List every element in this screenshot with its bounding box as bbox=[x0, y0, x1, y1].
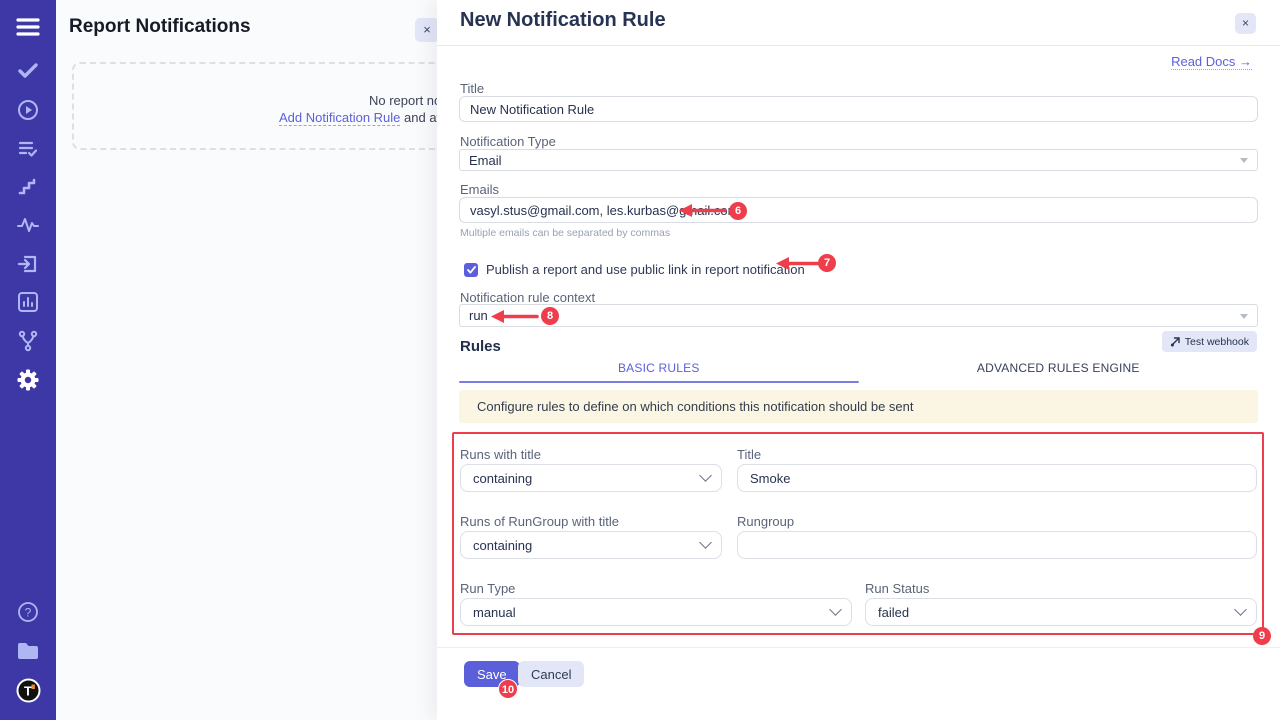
rule-title-label: Title bbox=[737, 447, 761, 462]
notification-type-label: Notification Type bbox=[460, 134, 556, 149]
new-notification-rule-panel: New Notification Rule × Read Docs → Titl… bbox=[437, 0, 1280, 720]
emails-input[interactable] bbox=[459, 197, 1258, 223]
context-field-label: Notification rule context bbox=[460, 290, 595, 305]
empty-state-text-line1: No report not bbox=[369, 93, 445, 108]
notification-type-select[interactable]: Email bbox=[459, 149, 1258, 171]
emails-field-label: Emails bbox=[460, 182, 499, 197]
rungroup-title-rule-select[interactable]: containing bbox=[460, 531, 722, 559]
rungroup-title-rule-value: containing bbox=[473, 538, 532, 553]
runs-with-title-select[interactable]: containing bbox=[460, 464, 722, 492]
run-type-select[interactable]: manual bbox=[460, 598, 852, 626]
select-caret-icon bbox=[1240, 158, 1248, 163]
test-webhook-button[interactable]: Test webhook bbox=[1162, 331, 1257, 352]
notification-type-value: Email bbox=[469, 153, 502, 168]
rungroup-title-rule-label: Runs of RunGroup with title bbox=[460, 514, 619, 529]
title-field-label: Title bbox=[460, 81, 484, 96]
panel-close-button[interactable]: × bbox=[1235, 13, 1256, 34]
select-caret-icon bbox=[1240, 314, 1248, 319]
rules-tabs: BASIC RULES ADVANCED RULES ENGINE bbox=[459, 358, 1258, 383]
annotation-arrow-6 bbox=[678, 203, 728, 223]
folder-icon[interactable] bbox=[0, 639, 56, 663]
app-logo[interactable]: T bbox=[0, 677, 56, 703]
add-notification-rule-link[interactable]: Add Notification Rule bbox=[279, 110, 400, 126]
empty-state-text-line2: Add Notification Rule and attac bbox=[279, 110, 458, 125]
runs-with-title-value: containing bbox=[473, 471, 532, 486]
chevron-down-icon bbox=[829, 603, 842, 616]
rungroup-label: Rungroup bbox=[737, 514, 794, 529]
chevron-down-icon bbox=[1234, 603, 1247, 616]
panel-title: New Notification Rule bbox=[460, 9, 666, 32]
annotation-badge-7: 7 bbox=[818, 254, 836, 272]
left-panel-title: Report Notifications bbox=[69, 16, 251, 38]
import-icon[interactable] bbox=[0, 252, 56, 276]
svg-text:?: ? bbox=[25, 606, 32, 620]
annotation-badge-9: 9 bbox=[1253, 627, 1271, 645]
tab-basic-rules[interactable]: BASIC RULES bbox=[459, 358, 859, 383]
publish-report-checkbox-label: Publish a report and use public link in … bbox=[486, 262, 805, 277]
read-docs-link[interactable]: Read Docs → bbox=[1171, 54, 1252, 70]
checkbox-checked-icon[interactable] bbox=[464, 263, 478, 277]
chevron-down-icon bbox=[699, 469, 712, 482]
annotation-badge-10: 10 bbox=[498, 679, 518, 699]
context-select[interactable]: run bbox=[459, 304, 1258, 327]
test-webhook-label: Test webhook bbox=[1185, 336, 1249, 348]
annotation-arrow-7 bbox=[775, 256, 825, 276]
rule-title-input[interactable] bbox=[737, 464, 1257, 492]
tasks-check-icon[interactable] bbox=[0, 60, 56, 82]
footer-divider bbox=[437, 647, 1280, 648]
annotation-badge-8: 8 bbox=[541, 307, 559, 325]
run-type-value: manual bbox=[473, 605, 516, 620]
app-sidebar: ? T bbox=[0, 0, 56, 720]
run-status-select[interactable]: failed bbox=[865, 598, 1257, 626]
annotation-arrow-8 bbox=[490, 309, 540, 329]
run-type-label: Run Type bbox=[460, 581, 515, 596]
left-panel-close-button[interactable]: × bbox=[415, 18, 439, 42]
tab-advanced-rules-engine[interactable]: ADVANCED RULES ENGINE bbox=[859, 358, 1259, 383]
runs-play-icon[interactable] bbox=[0, 99, 56, 121]
test-list-icon[interactable] bbox=[0, 138, 56, 160]
publish-report-checkbox-row[interactable]: Publish a report and use public link in … bbox=[464, 262, 805, 277]
rungroup-input[interactable] bbox=[737, 531, 1257, 559]
run-status-label: Run Status bbox=[865, 581, 929, 596]
annotation-badge-6: 6 bbox=[729, 202, 747, 220]
chevron-down-icon bbox=[699, 536, 712, 549]
pulse-icon[interactable] bbox=[0, 214, 56, 236]
settings-gear-icon[interactable] bbox=[0, 367, 56, 393]
steps-icon[interactable] bbox=[0, 176, 56, 198]
branches-icon[interactable] bbox=[0, 329, 56, 353]
cancel-button[interactable]: Cancel bbox=[518, 661, 584, 687]
runs-with-title-label: Runs with title bbox=[460, 447, 541, 462]
title-input[interactable] bbox=[459, 96, 1258, 122]
run-status-value: failed bbox=[878, 605, 909, 620]
basic-rules-annotated-box: Runs with title containing Title Runs of… bbox=[452, 432, 1264, 635]
emails-helper-text: Multiple emails can be separated by comm… bbox=[460, 227, 670, 239]
help-icon[interactable]: ? bbox=[0, 600, 56, 624]
panel-header: New Notification Rule × bbox=[437, 0, 1280, 46]
rules-heading: Rules bbox=[460, 338, 501, 355]
menu-icon[interactable] bbox=[0, 14, 56, 40]
svg-text:T: T bbox=[24, 683, 32, 698]
context-value: run bbox=[469, 308, 488, 323]
reports-chart-icon[interactable] bbox=[0, 290, 56, 314]
webhook-send-icon bbox=[1170, 336, 1181, 347]
rules-info-banner: Configure rules to define on which condi… bbox=[459, 390, 1258, 423]
